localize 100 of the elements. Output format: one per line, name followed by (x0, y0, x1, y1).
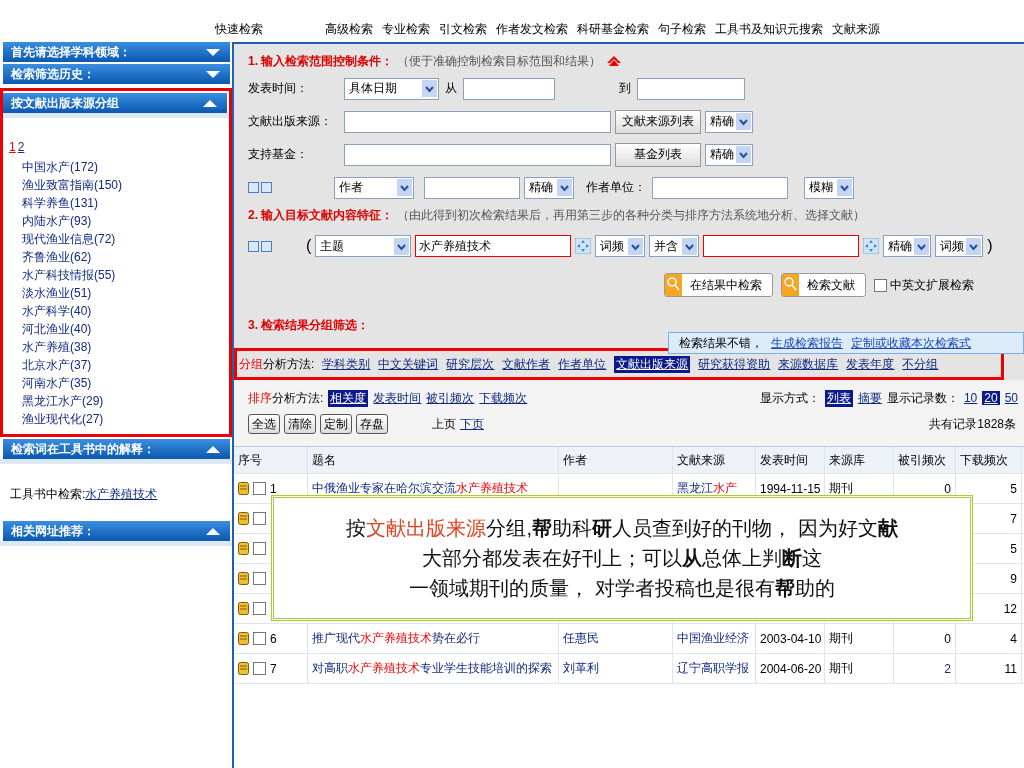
page-size-option[interactable]: 10 (963, 391, 978, 405)
keyword-field[interactable] (703, 235, 860, 257)
search-button[interactable]: 在结果中检索 (664, 273, 773, 297)
page-size-option[interactable]: 50 (1004, 391, 1018, 405)
expand-arrows-icon[interactable] (575, 238, 592, 254)
title-link[interactable]: 中俄渔业专家在哈尔滨交流水产养殖技术 (312, 480, 528, 497)
note-icon[interactable] (238, 572, 249, 585)
row-checkbox[interactable] (253, 542, 266, 555)
group-option[interactable]: 文献作者 (502, 355, 551, 373)
dropdown[interactable]: 作者 (334, 176, 414, 199)
author-link[interactable]: 任惠民 (563, 630, 599, 647)
nav-link[interactable]: 引文检索 (439, 21, 487, 38)
source-link[interactable]: 辽宁高职学报 (677, 660, 749, 677)
source-link[interactable]: 黑龙江水产(29) (9, 392, 229, 410)
source-link[interactable]: 渔业致富指南(150) (9, 176, 229, 194)
toolbar-button[interactable]: 全选 (248, 414, 280, 434)
group-option[interactable]: 研究获得资助 (698, 355, 771, 373)
plus-icon[interactable] (248, 182, 259, 193)
page-link[interactable]: 2 (17, 140, 25, 154)
source-link[interactable]: 北京水产(37) (9, 356, 229, 374)
dropdown[interactable]: 词频 (935, 235, 984, 257)
nav-link[interactable]: 快速检索 (215, 21, 263, 38)
source-link[interactable]: 水产科学(40) (9, 302, 229, 320)
dropdown[interactable]: 精确 (883, 235, 932, 257)
input-field[interactable] (344, 143, 611, 166)
display-mode[interactable]: 摘要 (857, 389, 882, 407)
note-icon[interactable] (238, 482, 249, 495)
section-header[interactable]: 首先请选择学科领域： (3, 42, 230, 62)
keyword-field[interactable]: 水产养殖技术 (415, 235, 572, 257)
nav-link[interactable]: 高级检索 (325, 21, 373, 38)
section-header[interactable]: 检索词在工具书中的解释： (3, 439, 230, 459)
source-link[interactable]: 齐鲁渔业(62) (9, 248, 229, 266)
row-checkbox[interactable] (253, 572, 266, 585)
row-checkbox[interactable] (253, 632, 266, 645)
minus-icon[interactable] (261, 182, 272, 193)
date-from-field[interactable] (463, 77, 555, 100)
sort-option[interactable]: 被引频次 (426, 389, 475, 407)
author-field[interactable] (424, 176, 520, 199)
row-checkbox[interactable] (253, 602, 266, 615)
note-icon[interactable] (238, 542, 249, 555)
citation-link[interactable]: 2 (944, 661, 951, 676)
source-link[interactable]: 中国水产(172) (9, 158, 229, 176)
row-checkbox[interactable] (253, 512, 266, 525)
collapse-icon[interactable] (607, 56, 622, 66)
toolbar-button[interactable]: 定制 (320, 414, 352, 434)
dropdown[interactable]: 词频 (595, 235, 646, 257)
group-option[interactable]: 作者单位 (558, 355, 607, 373)
source-link[interactable]: 黑龙江水产 (677, 480, 737, 497)
sort-option[interactable]: 相关度 (328, 389, 369, 407)
source-link[interactable]: 淡水渔业(51) (9, 284, 229, 302)
expand-arrows-icon[interactable] (863, 238, 880, 254)
input-field[interactable] (344, 110, 611, 133)
note-icon[interactable] (238, 602, 249, 615)
expand-search-checkbox[interactable]: 中英文扩展检索 (874, 276, 974, 294)
dropdown[interactable]: 精确 (524, 176, 574, 199)
note-icon[interactable] (238, 512, 249, 525)
next-page-link[interactable]: 下页 (460, 415, 484, 433)
source-link[interactable]: 现代渔业信息(72) (9, 230, 229, 248)
page-link[interactable]: 1 (9, 140, 16, 154)
title-link[interactable]: 对高职水产养殖技术专业学生技能培训的探索 (312, 660, 552, 677)
source-link[interactable]: 水产养殖(38) (9, 338, 229, 356)
minus-icon[interactable] (261, 240, 272, 252)
nav-link[interactable]: 专业检索 (382, 21, 430, 38)
sort-option[interactable]: 下载频次 (479, 389, 528, 407)
nav-link[interactable]: 科研基金检索 (577, 21, 649, 38)
term-link[interactable]: 水产养殖技术 (85, 487, 158, 501)
list-button[interactable]: 文献来源列表 (615, 109, 701, 134)
page-size-option[interactable]: 20 (982, 391, 1000, 405)
group-option[interactable]: 中文关键词 (378, 355, 439, 373)
sort-option[interactable]: 发表时间 (373, 389, 422, 407)
dropdown[interactable]: 主题 (315, 235, 412, 257)
source-link[interactable]: 中国渔业经济 (677, 630, 749, 647)
group-option[interactable]: 来源数据库 (778, 355, 839, 373)
dropdown[interactable]: 精确 (705, 110, 753, 133)
nav-link[interactable]: 工具书及知识元搜索 (715, 21, 823, 38)
affiliation-field[interactable] (652, 176, 788, 199)
group-option[interactable]: 文献出版来源 (614, 355, 691, 373)
note-icon[interactable] (238, 662, 249, 675)
dropdown[interactable]: 模糊 (804, 176, 854, 199)
display-mode[interactable]: 列表 (824, 389, 853, 407)
row-checkbox[interactable] (253, 482, 266, 495)
dropdown[interactable]: 具体日期 (344, 77, 439, 100)
date-to-field[interactable] (637, 77, 745, 100)
source-link[interactable]: 河北渔业(40) (9, 320, 229, 338)
toolbar-button[interactable]: 清除 (284, 414, 316, 434)
note-icon[interactable] (238, 632, 249, 645)
section-header[interactable]: 检索筛选历史： (3, 64, 230, 84)
author-link[interactable]: 刘革利 (563, 660, 599, 677)
group-option[interactable]: 发表年度 (846, 355, 895, 373)
source-link[interactable]: 内陆水产(93) (9, 212, 229, 230)
nav-link[interactable]: 文献来源 (832, 21, 880, 38)
title-link[interactable]: 推广现代水产养殖技术势在必行 (312, 630, 480, 647)
notice-link[interactable]: 定制或收藏本次检索式 (851, 333, 971, 353)
group-option[interactable]: 学科类别 (322, 355, 371, 373)
plus-icon[interactable] (248, 240, 259, 252)
list-button[interactable]: 基金列表 (615, 142, 701, 167)
dropdown[interactable]: 并含 (649, 235, 700, 257)
source-link[interactable]: 水产科技情报(55) (9, 266, 229, 284)
row-checkbox[interactable] (253, 662, 266, 675)
source-link[interactable]: 渔业现代化(27) (9, 410, 229, 428)
